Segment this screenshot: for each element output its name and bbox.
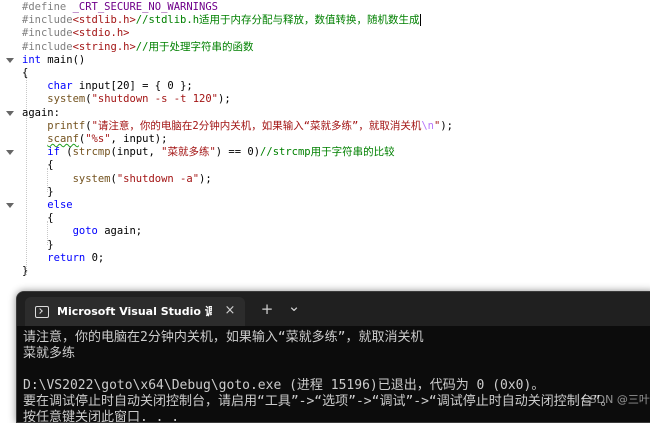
tab-dropdown-icon[interactable]: ⌄ [285,298,303,314]
code-token: //strcmp用于字符串的比较 [260,146,395,159]
code-line: } [22,185,54,199]
code-line: #define _CRT_SECURE_NO_WARNINGS [22,1,218,14]
code-line: } [22,238,54,252]
terminal-output[interactable]: 请注意，你的电脑在2分钟内关机，如果输入“菜就多练”，就取消关机 菜就多练 D:… [17,326,650,422]
code-token: ; [97,251,105,264]
code-token: "shutdown -s -t 120" [91,93,218,106]
code-line: { [22,159,54,172]
code-token: } [22,185,54,198]
code-line: } [22,265,28,278]
code-token: , input); [110,133,168,145]
code-line: { [22,67,28,80]
code-token: "请注意，你的电脑在2分钟内关机，如果输入“菜就多练”，就取消关机 [91,119,422,132]
code-token: { [22,67,29,79]
fold-if-icon[interactable] [6,150,14,155]
code-line: #include<stdlib.h>//stdlib.h适用于内存分配与释放，数… [22,14,421,27]
close-tab-icon[interactable]: × [222,303,238,319]
code-token: else [47,199,73,211]
fold-else-icon[interactable] [6,203,14,208]
text-caret [419,14,421,27]
code-token: printf [47,119,86,132]
code-line: else [22,199,73,212]
code-token: <string.h> [72,40,136,53]
watermark: CSDN @三叶草 [582,393,650,406]
output-line: 要在调试停止时自动关闭控制台，请启用“工具”->“选项”->“调试”->“调试停… [23,394,614,409]
code-line: char input[20] = { 0 }; [22,80,193,93]
code-token: if [47,146,60,159]
code-token: //用于处理字符串的函数 [135,40,254,53]
code-token: ); [218,93,231,106]
output-line: 请注意，你的电脑在2分钟内关机，如果输入“菜就多练”，就取消关机 [23,330,424,345]
code-line: goto again; [22,225,143,238]
code-token: _CRT_SECURE_NO_WARNINGS [72,1,218,13]
code-line: { [22,212,54,225]
code-line: system("shutdown -a"); [22,173,212,186]
code-token: ) == [215,146,248,159]
code-token: { [22,159,54,172]
code-token: "%s" [85,133,111,145]
code-line: if (strcmp(input, "菜就多练") == 0)//strcmp用… [22,146,395,159]
code-token: int [22,53,41,66]
output-line: 按任意键关闭此窗口. . . [23,410,180,423]
code-token: system [47,93,86,106]
code-token: #include [22,14,73,27]
tab-title: Microsoft Visual Studio 调试控制台 [57,305,212,318]
terminal-titlebar: Microsoft Visual Studio 调试控制台 × + ⌄ [17,292,650,326]
code-token: again; [97,225,143,238]
code-token: "菜就多练" [161,146,216,159]
code-token: <stdio.h> [72,27,130,40]
tab-debug-console[interactable]: Microsoft Visual Studio 调试控制台 × [25,297,245,326]
fold-main-icon[interactable] [6,58,14,63]
code-token: main() [40,53,86,66]
code-token: } [22,265,29,277]
code-token: <stdlib.h> [72,14,136,27]
code-line: return 0; [22,252,104,265]
debug-console-window[interactable]: Microsoft Visual Studio 调试控制台 × + ⌄ 请注意，… [16,291,650,423]
code-token: #define [22,1,73,13]
code-token: system [72,172,111,185]
output-line: 菜就多练 [23,346,76,361]
code-token: (input, [110,146,162,159]
code-token: //stdlib.h适用于内存分配与释放，数值转换，随机数生成 [135,14,420,27]
code-token: } [22,238,54,251]
code-line: int main() [22,54,85,67]
editor-gutter [0,0,20,290]
code-token: return [47,251,86,264]
new-tab-button[interactable]: + [258,301,276,317]
code-token: "shutdown -a" [116,172,200,185]
code-token: char [47,80,73,93]
code-line: again: [22,107,60,120]
code-token: #include [22,27,73,40]
fold-again-icon[interactable] [6,111,14,116]
code-token: strcmp [72,146,111,159]
code-editor[interactable]: #define _CRT_SECURE_NO_WARNINGS #include<… [0,0,650,290]
code-line: #include<stdio.h> [22,27,129,40]
code-token: input[20] = { [72,80,168,93]
code-token: { [22,212,54,225]
code-token: goto [72,225,98,238]
code-line: scanf("%s", input); [22,133,167,146]
code-token: }; [173,80,193,93]
code-token: ); [440,119,453,132]
code-line: system("shutdown -s -t 120"); [22,93,231,106]
code-token: #include [22,40,73,53]
terminal-icon [35,306,49,318]
code-line: #include<string.h>//用于处理字符串的函数 [22,41,253,54]
code-line: printf("请注意，你的电脑在2分钟内关机，如果输入“菜就多练”，就取消关机… [22,120,453,133]
code-token: \n [421,119,435,132]
code-token: ( [59,146,73,159]
output-line: D:\VS2022\goto\x64\Debug\goto.exe (进程 15… [23,378,545,393]
code-token: again: [22,106,60,119]
code-token: scanf [47,133,79,145]
code-token: ); [199,172,212,185]
